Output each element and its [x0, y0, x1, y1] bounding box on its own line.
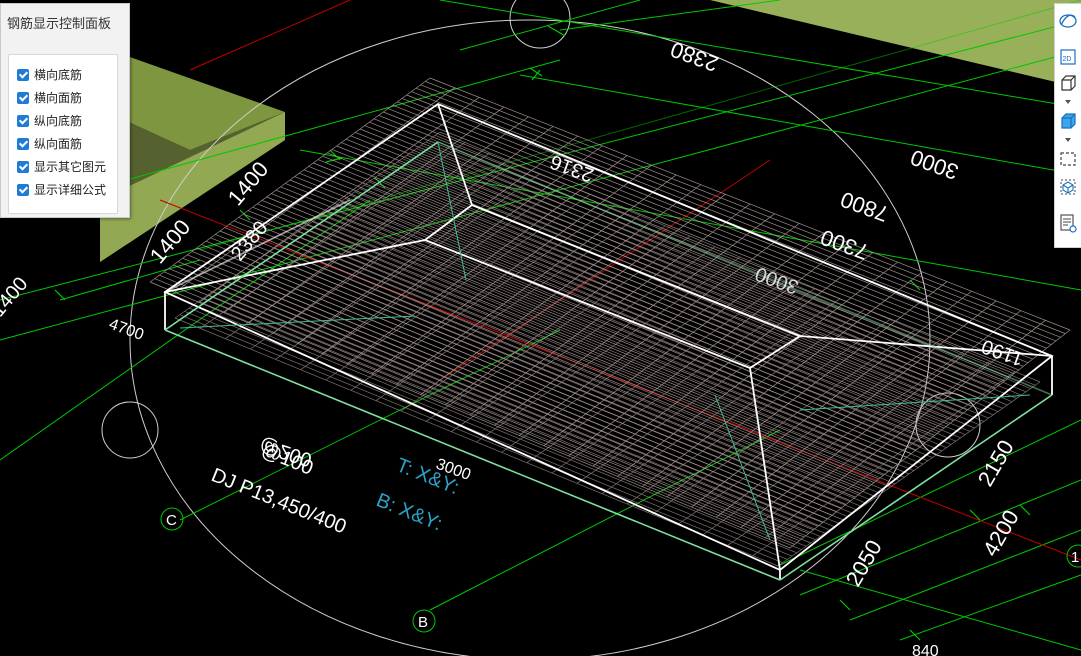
checkbox-checked[interactable] [17, 137, 29, 150]
annotation-text: DJ P13,450/400 [208, 464, 349, 538]
dropdown-arrow-icon[interactable] [1065, 138, 1071, 142]
dim-text: 840 [912, 643, 939, 656]
svg-text:2D: 2D [1063, 56, 1072, 63]
3d-box-icon[interactable] [1058, 72, 1078, 94]
checkbox-checked[interactable] [17, 114, 29, 127]
checkbox-checked[interactable] [17, 183, 29, 196]
axis-label-b: B [412, 609, 436, 633]
dim-text: 2050 [841, 536, 887, 591]
dim-text: 1400 [0, 273, 32, 321]
option-label: 横向面筋 [34, 91, 83, 105]
option-label: 纵向底筋 [34, 114, 83, 128]
dim-text: 4700 [107, 316, 146, 344]
rebar-display-control-panel: 钢筋显示控制面板 横向底筋 横向面筋 纵向底筋 纵向面筋 显示其它图元 显示详细… [0, 3, 130, 218]
panel-options: 横向底筋 横向面筋 纵向底筋 纵向面筋 显示其它图元 显示详细公式 [8, 54, 118, 214]
axis-bubble-top [509, 0, 571, 49]
svg-text:C: C [166, 512, 177, 529]
3d-box-shaded-icon[interactable] [1058, 110, 1078, 132]
option-label: 纵向面筋 [34, 137, 83, 151]
option-label: 横向底筋 [34, 68, 83, 82]
axis-bubble-left [101, 401, 159, 459]
option-show-other-elements[interactable]: 显示其它图元 [9, 155, 117, 178]
background-slab-top [710, 0, 1081, 88]
option-horizontal-bottom-rebar[interactable]: 横向底筋 [9, 63, 117, 86]
cad-viewport[interactable]: 2380 3000 7800 7300 2316 3000 1400 1400 … [0, 0, 1081, 656]
svg-text:1: 1 [1071, 549, 1079, 566]
axis-label-1: 1 [1066, 544, 1081, 568]
panel-title: 钢筋显示控制面板 [7, 16, 112, 31]
option-vertical-bottom-rebar[interactable]: 纵向底筋 [9, 109, 117, 132]
checkbox-checked[interactable] [17, 160, 29, 173]
orbit-icon[interactable] [1058, 10, 1078, 32]
option-show-detailed-formula[interactable]: 显示详细公式 [9, 178, 117, 201]
view-toolbar: 2D [1054, 3, 1081, 248]
annotation-text: B: X&Y: [373, 489, 445, 535]
dim-text: 7300 [817, 225, 872, 265]
component-view-icon[interactable] [1058, 176, 1078, 198]
2d-view-icon[interactable]: 2D [1058, 46, 1078, 68]
dim-text: 7800 [837, 187, 892, 227]
report-view-icon[interactable] [1058, 212, 1078, 234]
option-label: 显示详细公式 [34, 183, 107, 197]
checkbox-checked[interactable] [17, 91, 29, 104]
option-horizontal-top-rebar[interactable]: 横向面筋 [9, 86, 117, 109]
axis-label-c: C [160, 507, 184, 531]
dim-text: 3000 [752, 262, 801, 298]
option-label: 显示其它图元 [34, 160, 107, 174]
selection-box-icon[interactable] [1058, 148, 1078, 170]
dim-text: 4200 [978, 506, 1024, 561]
checkbox-checked[interactable] [17, 68, 29, 81]
svg-text:B: B [418, 614, 428, 631]
dropdown-arrow-icon[interactable] [1065, 100, 1071, 104]
option-vertical-top-rebar[interactable]: 纵向面筋 [9, 132, 117, 155]
dim-text: 3000 [907, 145, 962, 185]
